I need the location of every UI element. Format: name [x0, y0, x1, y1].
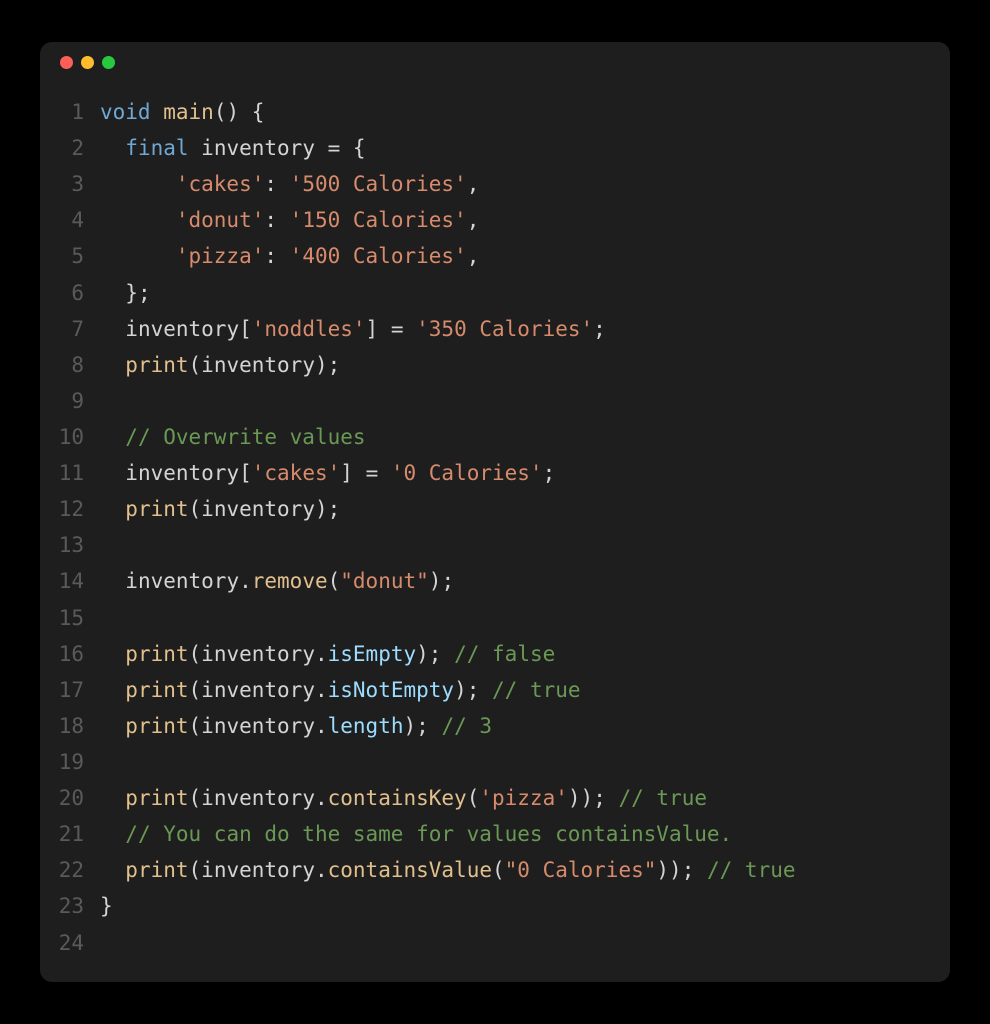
- code-line: 'cakes': '500 Calories',: [100, 166, 950, 202]
- line-number: 23: [40, 888, 84, 924]
- code-line: void main() {: [100, 94, 950, 130]
- code-line: 'pizza': '400 Calories',: [100, 238, 950, 274]
- code-line: [100, 527, 950, 563]
- line-number: 12: [40, 491, 84, 527]
- code-line: 'donut': '150 Calories',: [100, 202, 950, 238]
- code-line: [100, 744, 950, 780]
- line-number: 4: [40, 202, 84, 238]
- line-number: 8: [40, 347, 84, 383]
- code-line: [100, 383, 950, 419]
- line-number: 20: [40, 780, 84, 816]
- line-number: 14: [40, 563, 84, 599]
- code-content[interactable]: void main() { final inventory = { 'cakes…: [100, 94, 950, 970]
- line-number: 24: [40, 925, 84, 961]
- line-number: 13: [40, 527, 84, 563]
- code-editor[interactable]: 1 2 3 4 5 6 7 8 9 10 11 12 13 14 15 16 1…: [40, 82, 950, 982]
- line-number: 18: [40, 708, 84, 744]
- line-number: 15: [40, 600, 84, 636]
- code-line: inventory.remove("donut");: [100, 563, 950, 599]
- line-number: 7: [40, 311, 84, 347]
- code-line: final inventory = {: [100, 130, 950, 166]
- code-line: };: [100, 275, 950, 311]
- code-line: [100, 600, 950, 636]
- code-line: print(inventory.isEmpty); // false: [100, 636, 950, 672]
- code-line: // Overwrite values: [100, 419, 950, 455]
- code-line: print(inventory);: [100, 491, 950, 527]
- line-number: 3: [40, 166, 84, 202]
- code-line: // You can do the same for values contai…: [100, 816, 950, 852]
- maximize-icon[interactable]: [102, 56, 115, 69]
- code-line: }: [100, 888, 950, 924]
- line-number: 21: [40, 816, 84, 852]
- line-number: 1: [40, 94, 84, 130]
- code-line: [100, 925, 950, 961]
- code-line: print(inventory.containsKey('pizza')); /…: [100, 780, 950, 816]
- line-number: 5: [40, 238, 84, 274]
- code-line: inventory['noddles'] = '350 Calories';: [100, 311, 950, 347]
- close-icon[interactable]: [60, 56, 73, 69]
- code-line: print(inventory.isNotEmpty); // true: [100, 672, 950, 708]
- line-number: 9: [40, 383, 84, 419]
- editor-window: 1 2 3 4 5 6 7 8 9 10 11 12 13 14 15 16 1…: [40, 42, 950, 982]
- code-line: print(inventory.length); // 3: [100, 708, 950, 744]
- minimize-icon[interactable]: [81, 56, 94, 69]
- line-number: 10: [40, 419, 84, 455]
- line-number-gutter: 1 2 3 4 5 6 7 8 9 10 11 12 13 14 15 16 1…: [40, 94, 100, 970]
- line-number: 19: [40, 744, 84, 780]
- code-line: inventory['cakes'] = '0 Calories';: [100, 455, 950, 491]
- code-line: print(inventory);: [100, 347, 950, 383]
- line-number: 17: [40, 672, 84, 708]
- titlebar: [40, 42, 950, 82]
- line-number: 2: [40, 130, 84, 166]
- line-number: 11: [40, 455, 84, 491]
- line-number: 6: [40, 275, 84, 311]
- code-line: print(inventory.containsValue("0 Calorie…: [100, 852, 950, 888]
- line-number: 16: [40, 636, 84, 672]
- line-number: 22: [40, 852, 84, 888]
